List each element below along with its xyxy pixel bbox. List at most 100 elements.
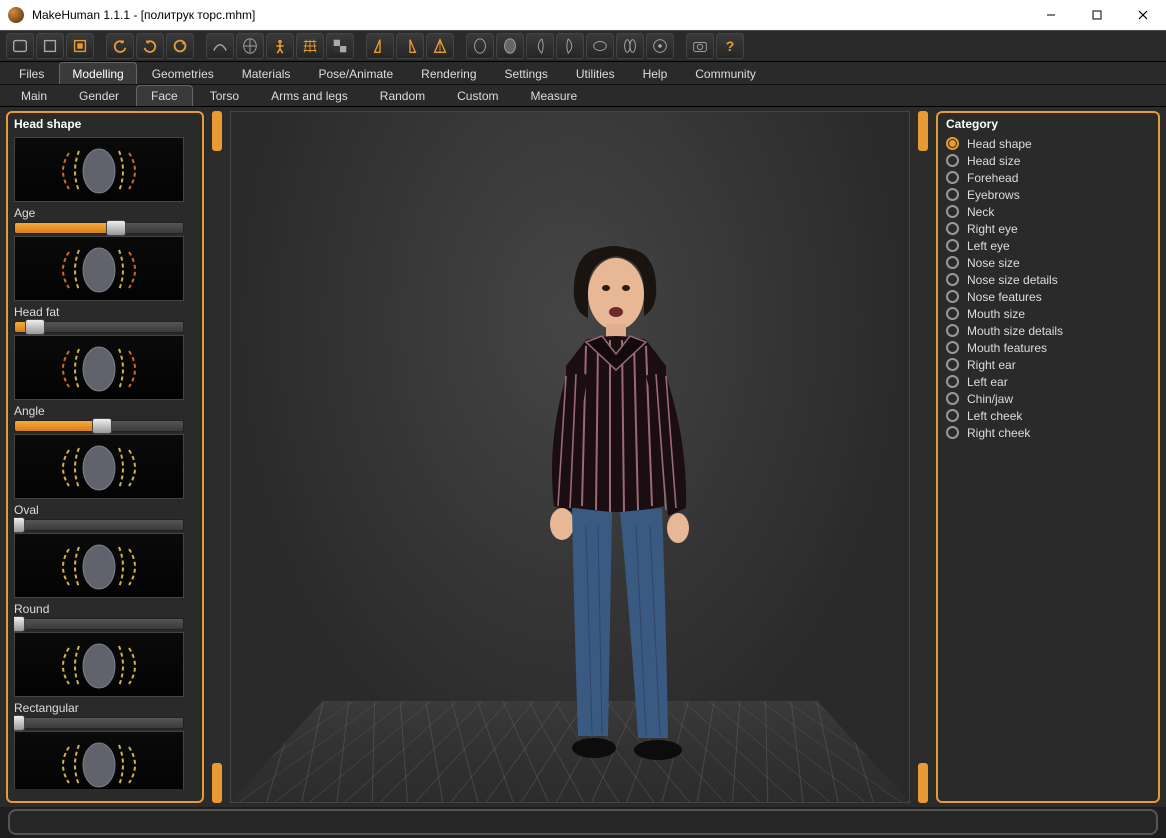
primary-tab-files[interactable]: Files	[6, 62, 57, 84]
app-icon	[8, 7, 24, 23]
category-option-head-shape[interactable]: Head shape	[946, 135, 1150, 152]
category-option-right-eye[interactable]: Right eye	[946, 220, 1150, 237]
checker-button[interactable]	[326, 33, 354, 59]
category-option-mouth-size[interactable]: Mouth size	[946, 305, 1150, 322]
secondary-tab-random[interactable]: Random	[365, 85, 440, 106]
redo-button[interactable]	[136, 33, 164, 59]
sym-l-button[interactable]	[366, 33, 394, 59]
category-label: Chin/jaw	[967, 392, 1013, 406]
view-reset-button[interactable]	[646, 33, 674, 59]
wireframe-button[interactable]	[236, 33, 264, 59]
view-top-button[interactable]	[586, 33, 614, 59]
primary-tab-materials[interactable]: Materials	[229, 62, 304, 84]
slider-head-fat[interactable]	[14, 321, 184, 333]
primary-tab-utilities[interactable]: Utilities	[563, 62, 628, 84]
category-option-left-eye[interactable]: Left eye	[946, 237, 1150, 254]
toolbar-btn-2[interactable]	[36, 33, 64, 59]
head-thumb[interactable]	[14, 632, 184, 697]
left-panel-title: Head shape	[14, 117, 196, 131]
radio-icon	[946, 154, 959, 167]
smooth-button[interactable]	[206, 33, 234, 59]
slider-round[interactable]	[14, 618, 184, 630]
primary-tab-settings[interactable]: Settings	[492, 62, 561, 84]
slider-label: Round	[14, 602, 196, 616]
toolbar-btn-3[interactable]	[66, 33, 94, 59]
primary-tab-modelling[interactable]: Modelling	[59, 62, 136, 84]
3d-viewport[interactable]	[230, 111, 910, 803]
radio-icon	[946, 341, 959, 354]
head-thumb[interactable]	[14, 533, 184, 598]
category-option-right-ear[interactable]: Right ear	[946, 356, 1150, 373]
camera-button[interactable]	[686, 33, 714, 59]
head-thumb[interactable]	[14, 236, 184, 301]
secondary-tab-face[interactable]: Face	[136, 85, 193, 106]
category-label: Left ear	[967, 375, 1008, 389]
slider-label: Head fat	[14, 305, 196, 319]
primary-tab-pose/animate[interactable]: Pose/Animate	[305, 62, 406, 84]
window-title: MakeHuman 1.1.1 - [политрук торс.mhm]	[32, 8, 255, 22]
radio-icon	[946, 188, 959, 201]
secondary-tabs: MainGenderFaceTorsoArms and legsRandomCu…	[0, 85, 1166, 107]
left-divider[interactable]	[206, 111, 228, 803]
category-option-nose-size[interactable]: Nose size	[946, 254, 1150, 271]
primary-tab-rendering[interactable]: Rendering	[408, 62, 489, 84]
category-option-head-size[interactable]: Head size	[946, 152, 1150, 169]
view-right-button[interactable]	[556, 33, 584, 59]
radio-icon	[946, 290, 959, 303]
window-minimize-button[interactable]	[1028, 0, 1074, 30]
category-option-chin-jaw[interactable]: Chin/jaw	[946, 390, 1150, 407]
category-option-nose-size-details[interactable]: Nose size details	[946, 271, 1150, 288]
primary-tab-help[interactable]: Help	[630, 62, 681, 84]
category-option-mouth-size-details[interactable]: Mouth size details	[946, 322, 1150, 339]
category-label: Nose size	[967, 256, 1020, 270]
category-option-mouth-features[interactable]: Mouth features	[946, 339, 1150, 356]
head-thumb[interactable]	[14, 137, 184, 202]
secondary-tab-main[interactable]: Main	[6, 85, 62, 106]
help-button[interactable]: ?	[716, 33, 744, 59]
slider-oval[interactable]	[14, 519, 184, 531]
right-divider[interactable]	[912, 111, 934, 803]
grid-button[interactable]	[296, 33, 324, 59]
category-label: Left eye	[967, 239, 1010, 253]
head-thumb[interactable]	[14, 434, 184, 499]
sym-r-button[interactable]	[396, 33, 424, 59]
secondary-tab-measure[interactable]: Measure	[515, 85, 592, 106]
left-panel-head-shape: Head shape Age Head fat Angle Oval Round	[6, 111, 204, 803]
slider-angle[interactable]	[14, 420, 184, 432]
undo-button[interactable]	[106, 33, 134, 59]
reload-button[interactable]	[166, 33, 194, 59]
category-label: Eyebrows	[967, 188, 1020, 202]
slider-rectangular[interactable]	[14, 717, 184, 729]
pose-mode-button[interactable]	[266, 33, 294, 59]
view-back-button[interactable]	[496, 33, 524, 59]
category-option-forehead[interactable]: Forehead	[946, 169, 1150, 186]
secondary-tab-torso[interactable]: Torso	[195, 85, 254, 106]
slider-age[interactable]	[14, 222, 184, 234]
toolbar-btn-1[interactable]	[6, 33, 34, 59]
category-option-left-cheek[interactable]: Left cheek	[946, 407, 1150, 424]
category-option-neck[interactable]: Neck	[946, 203, 1150, 220]
category-option-right-cheek[interactable]: Right cheek	[946, 424, 1150, 441]
radio-icon	[946, 171, 959, 184]
primary-tab-geometries[interactable]: Geometries	[139, 62, 227, 84]
head-thumb[interactable]	[14, 335, 184, 400]
category-label: Right cheek	[967, 426, 1030, 440]
radio-icon	[946, 256, 959, 269]
primary-tab-community[interactable]: Community	[682, 62, 769, 84]
view-front-button[interactable]	[466, 33, 494, 59]
slider-label: Oval	[14, 503, 196, 517]
slider-label: Rectangular	[14, 701, 196, 715]
category-option-eyebrows[interactable]: Eyebrows	[946, 186, 1150, 203]
status-bar	[8, 809, 1158, 835]
window-maximize-button[interactable]	[1074, 0, 1120, 30]
category-option-left-ear[interactable]: Left ear	[946, 373, 1150, 390]
window-close-button[interactable]	[1120, 0, 1166, 30]
secondary-tab-gender[interactable]: Gender	[64, 85, 134, 106]
head-thumb[interactable]	[14, 731, 184, 789]
secondary-tab-arms-and-legs[interactable]: Arms and legs	[256, 85, 363, 106]
view-feet-button[interactable]	[616, 33, 644, 59]
sym-both-button[interactable]	[426, 33, 454, 59]
category-option-nose-features[interactable]: Nose features	[946, 288, 1150, 305]
secondary-tab-custom[interactable]: Custom	[442, 85, 513, 106]
view-left-button[interactable]	[526, 33, 554, 59]
